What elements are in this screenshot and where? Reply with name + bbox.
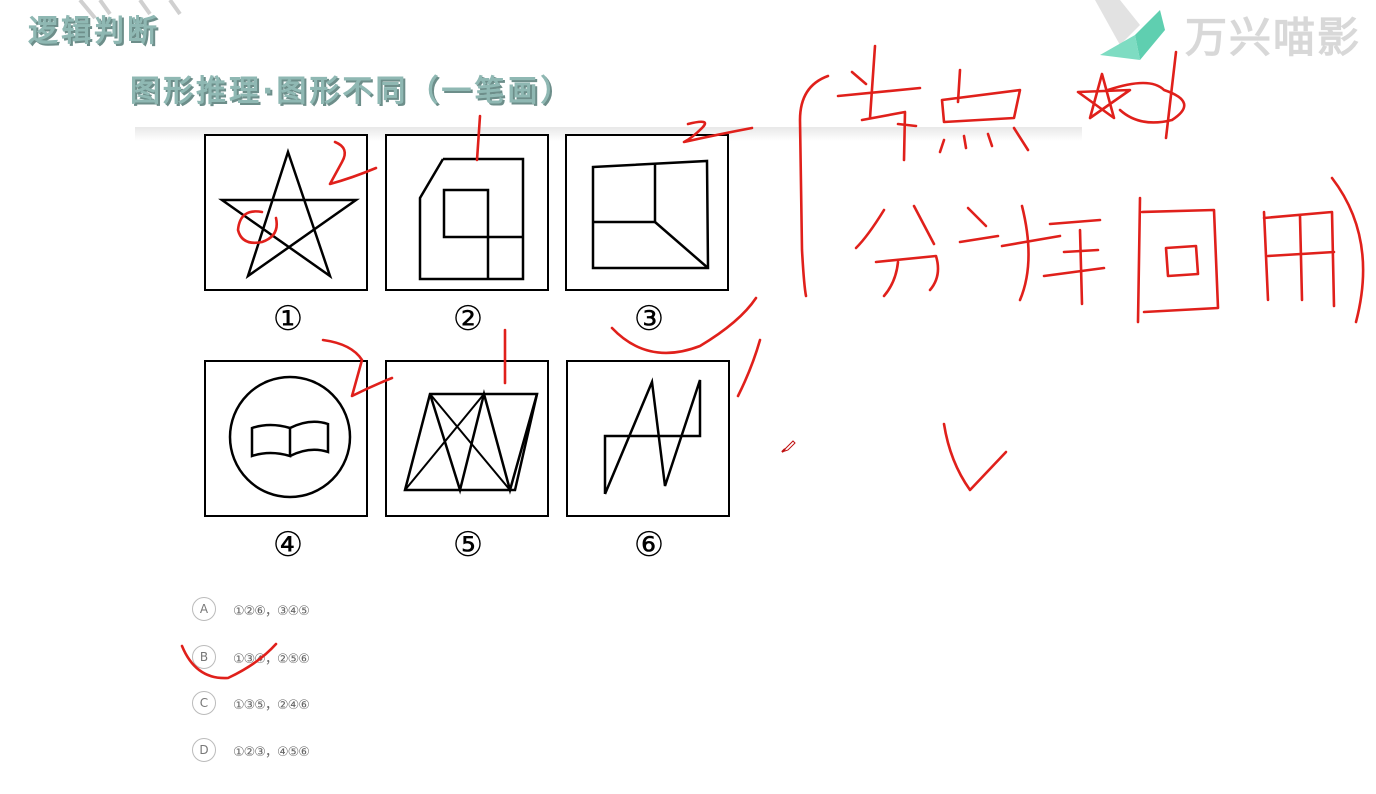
watermark-text: 万兴喵影 [1185,13,1362,62]
option-letter-c[interactable]: C [192,691,216,715]
option-letter-a[interactable]: A [192,597,216,621]
pen-cursor-icon [781,440,796,453]
figure-number-3: ③ [633,299,665,339]
option-text-b: ①③④，②⑤⑥ [233,651,310,667]
figure-3 [565,134,729,291]
figure-number-1: ① [272,299,304,339]
figure-number-2: ② [452,299,484,339]
option-letter-b[interactable]: B [192,645,216,669]
page-subtitle: 图形推理·图形不同（一笔画） [130,74,574,109]
option-b[interactable]: B ①③④，②⑤⑥ [192,643,310,671]
figure-number-5: ⑤ [452,525,484,565]
option-d[interactable]: D ①②③，④⑤⑥ [192,736,310,764]
figure-5 [385,360,549,517]
figure-4 [204,360,368,517]
option-text-d: ①②③，④⑤⑥ [233,744,310,760]
watermark-logo-icon [1095,0,1165,60]
figure-2 [385,134,549,291]
figure-number-4: ④ [272,525,304,565]
section-title: 逻辑判断 [28,14,160,49]
option-letter-d[interactable]: D [192,738,216,762]
option-a[interactable]: A ①②⑥，③④⑤ [192,595,310,623]
option-text-c: ①③⑤，②④⑥ [233,697,310,713]
figure-number-6: ⑥ [633,525,665,565]
figure-1-star [204,134,368,291]
option-c[interactable]: C ①③⑤，②④⑥ [192,689,310,717]
figure-6 [566,360,730,517]
option-text-a: ①②⑥，③④⑤ [233,603,310,619]
